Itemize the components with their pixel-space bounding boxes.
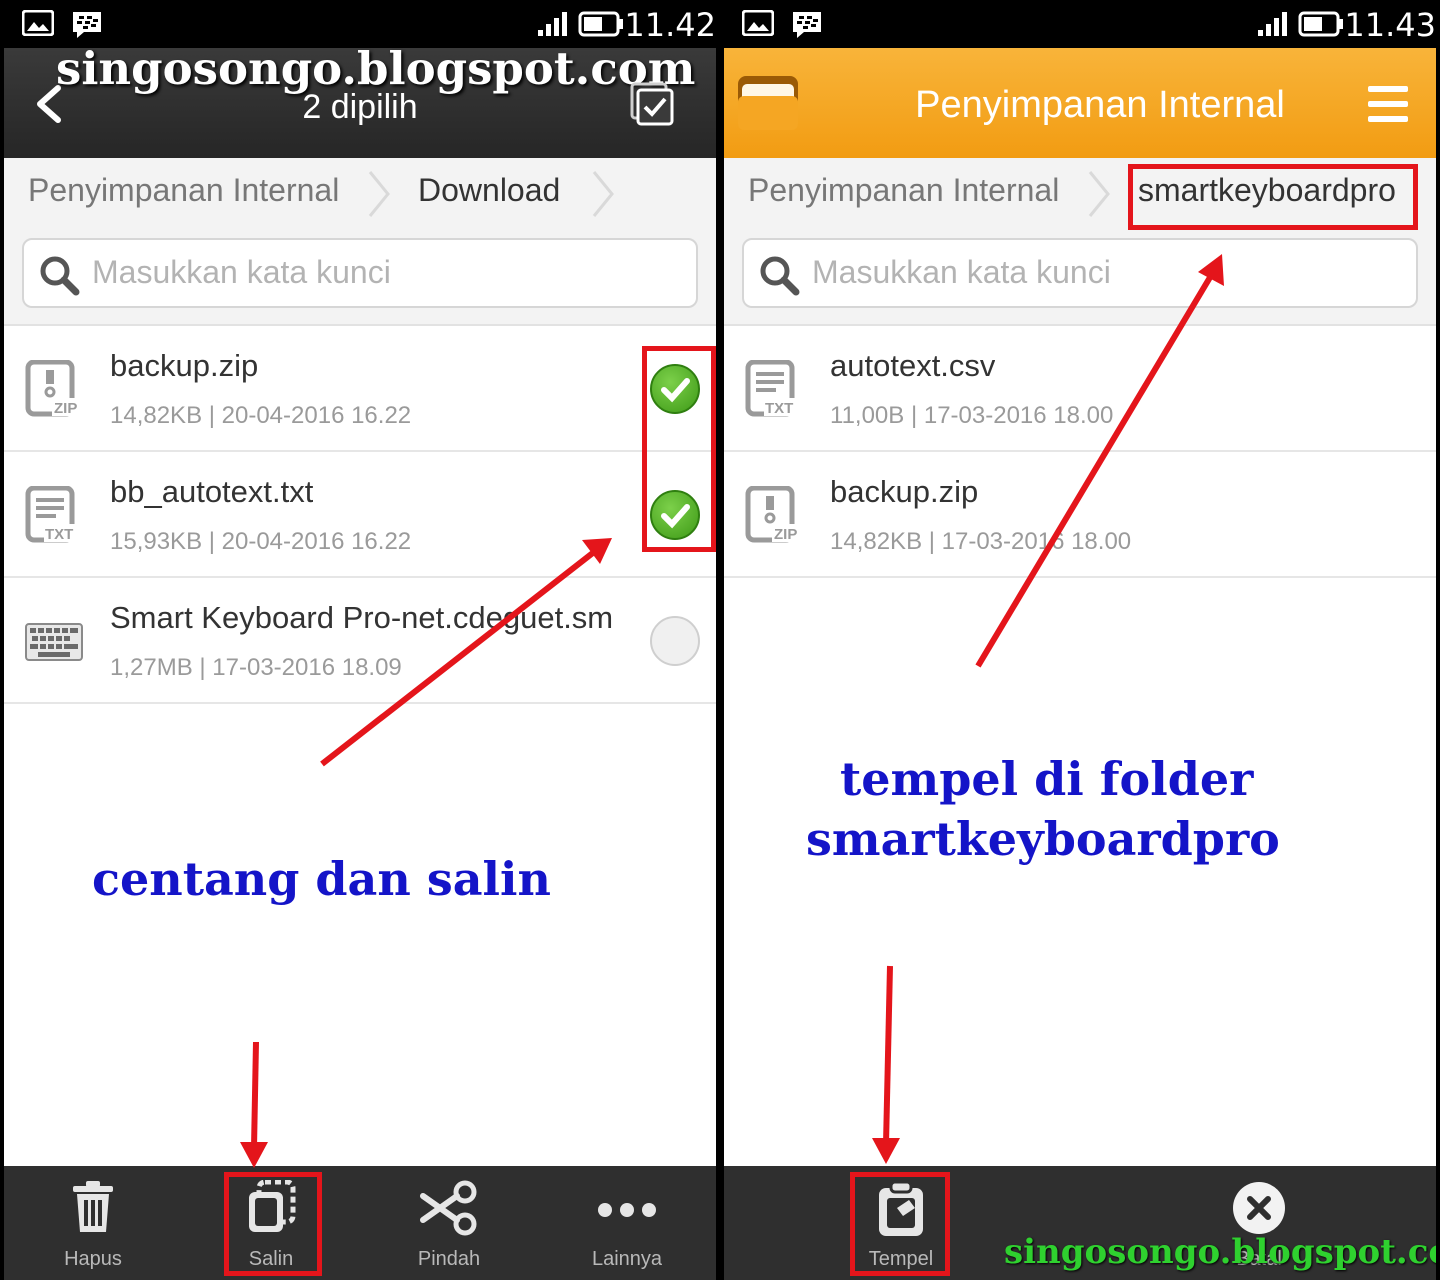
annotation-arrows: [872, 254, 1224, 1164]
arrow-to-checkboxes: [320, 549, 596, 767]
annotation-arrows: [240, 538, 612, 1168]
file-manager-selection-screen: 11.42 singosongo.blogspot.com 2 dipilih …: [4, 0, 716, 1280]
arrowhead: [872, 1138, 900, 1164]
arrow-to-paste: [883, 965, 893, 1145]
arrow-to-folder: [975, 272, 1215, 668]
file-manager-paste-screen: 11.43 Penyimpanan Internal Penyimpanan I…: [724, 0, 1436, 1280]
arrow-to-copy: [251, 1041, 259, 1149]
arrowhead: [240, 1142, 268, 1168]
